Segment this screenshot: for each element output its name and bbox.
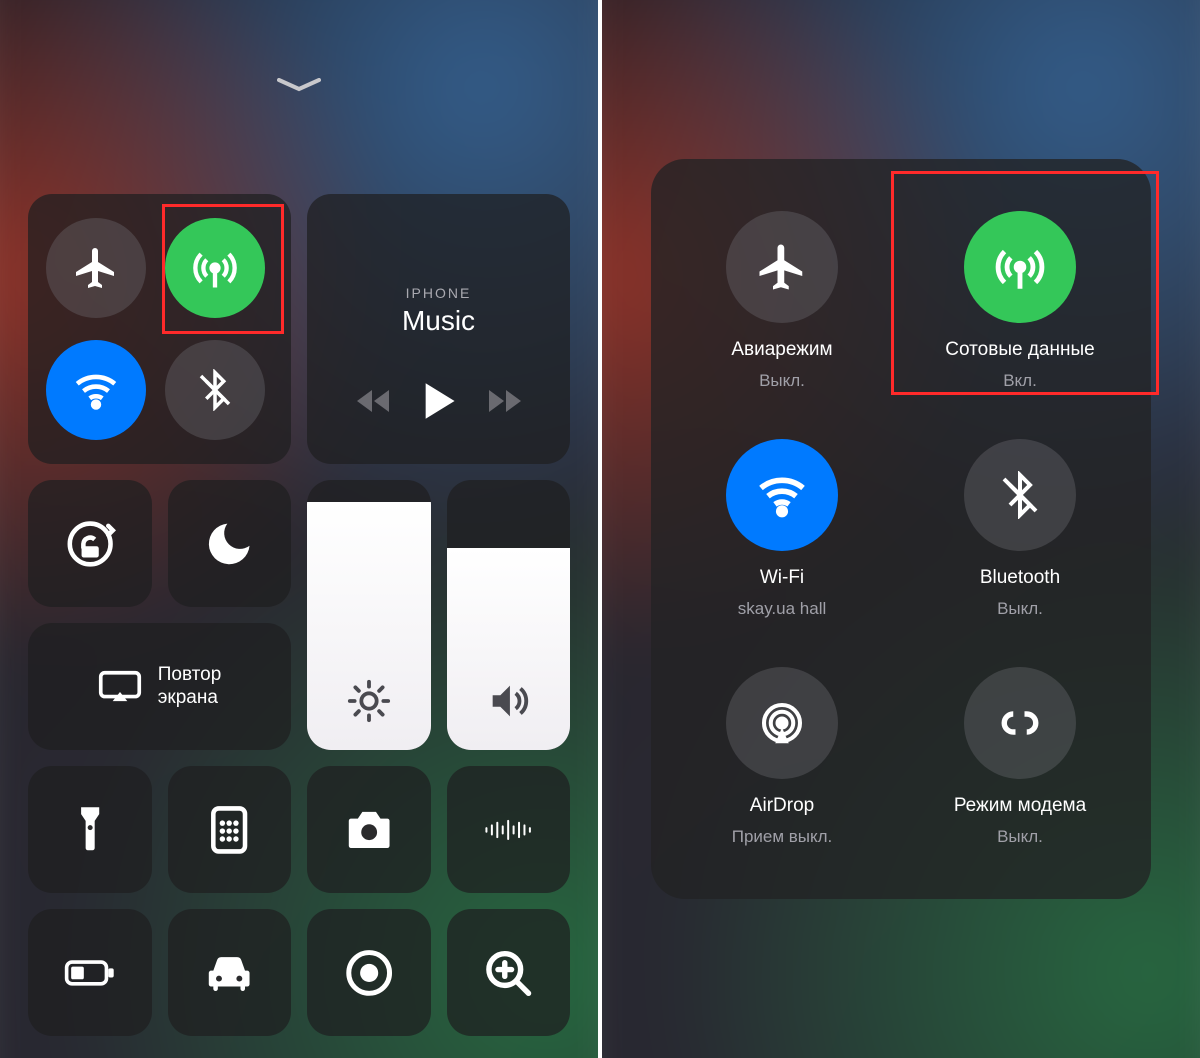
airdrop-label: AirDrop	[750, 795, 814, 817]
airdrop-status: Прием выкл.	[732, 827, 833, 847]
wifi-cell[interactable]: Wi-Fi skay.ua hall	[663, 415, 901, 643]
connectivity-module[interactable]	[28, 194, 291, 464]
do-not-disturb-toggle[interactable]	[168, 480, 292, 607]
wifi-label: Wi-Fi	[760, 567, 804, 589]
wifi-status: skay.ua hall	[738, 599, 827, 619]
bluetooth-toggle[interactable]	[165, 340, 265, 440]
airdrop-toggle[interactable]	[726, 667, 838, 779]
voice-memo-button[interactable]	[447, 766, 571, 893]
airplane-mode-cell[interactable]: Авиарежим Выкл.	[663, 187, 901, 415]
cellular-data-status: Вкл.	[1003, 371, 1037, 391]
magnifier-button[interactable]	[447, 909, 571, 1036]
hotspot-label: Режим модема	[954, 795, 1086, 817]
calculator-button[interactable]	[168, 766, 292, 893]
rewind-button[interactable]	[354, 387, 392, 415]
cellular-data-label: Сотовые данные	[945, 339, 1094, 361]
airdrop-cell[interactable]: AirDrop Прием выкл.	[663, 643, 901, 871]
music-module[interactable]: IPHONE Music	[307, 194, 570, 464]
driving-mode-button[interactable]	[168, 909, 292, 1036]
wifi-toggle[interactable]	[46, 340, 146, 440]
hotspot-cell[interactable]: Режим модема Выкл.	[901, 643, 1139, 871]
screen-mirroring-label: Повторэкрана	[158, 664, 222, 710]
brightness-icon	[346, 678, 392, 724]
expanded-connectivity-pane: Авиарежим Выкл. Сотовые данные Вкл. Wi-F…	[598, 0, 1200, 1058]
airplane-mode-toggle[interactable]	[726, 211, 838, 323]
bluetooth-label: Bluetooth	[980, 567, 1060, 589]
airplane-mode-status: Выкл.	[759, 371, 805, 391]
bluetooth-cell[interactable]: Bluetooth Выкл.	[901, 415, 1139, 643]
music-source-label: IPHONE	[406, 285, 472, 301]
screen-mirroring-button[interactable]: Повторэкрана	[28, 623, 291, 750]
airplane-mode-toggle[interactable]	[46, 218, 146, 318]
cellular-data-toggle[interactable]	[165, 218, 265, 318]
brightness-slider[interactable]	[307, 480, 431, 750]
low-power-button[interactable]	[28, 909, 152, 1036]
volume-icon	[485, 678, 531, 724]
forward-button[interactable]	[486, 387, 524, 415]
cellular-data-cell[interactable]: Сотовые данные Вкл.	[901, 187, 1139, 415]
connectivity-expanded-module: Авиарежим Выкл. Сотовые данные Вкл. Wi-F…	[651, 159, 1151, 899]
cellular-data-toggle[interactable]	[964, 211, 1076, 323]
bluetooth-toggle[interactable]	[964, 439, 1076, 551]
volume-slider[interactable]	[447, 480, 571, 750]
screen-record-button[interactable]	[307, 909, 431, 1036]
hotspot-toggle[interactable]	[964, 667, 1076, 779]
control-center-pane: IPHONE Music	[0, 0, 598, 1058]
bluetooth-status: Выкл.	[997, 599, 1043, 619]
music-app-title: Music	[402, 305, 475, 337]
play-button[interactable]	[422, 381, 456, 421]
airplane-mode-label: Авиарежим	[731, 339, 832, 361]
wifi-toggle[interactable]	[726, 439, 838, 551]
orientation-lock-toggle[interactable]	[28, 480, 152, 607]
camera-button[interactable]	[307, 766, 431, 893]
hotspot-status: Выкл.	[997, 827, 1043, 847]
dismiss-chevron-icon[interactable]	[277, 78, 321, 92]
flashlight-button[interactable]	[28, 766, 152, 893]
